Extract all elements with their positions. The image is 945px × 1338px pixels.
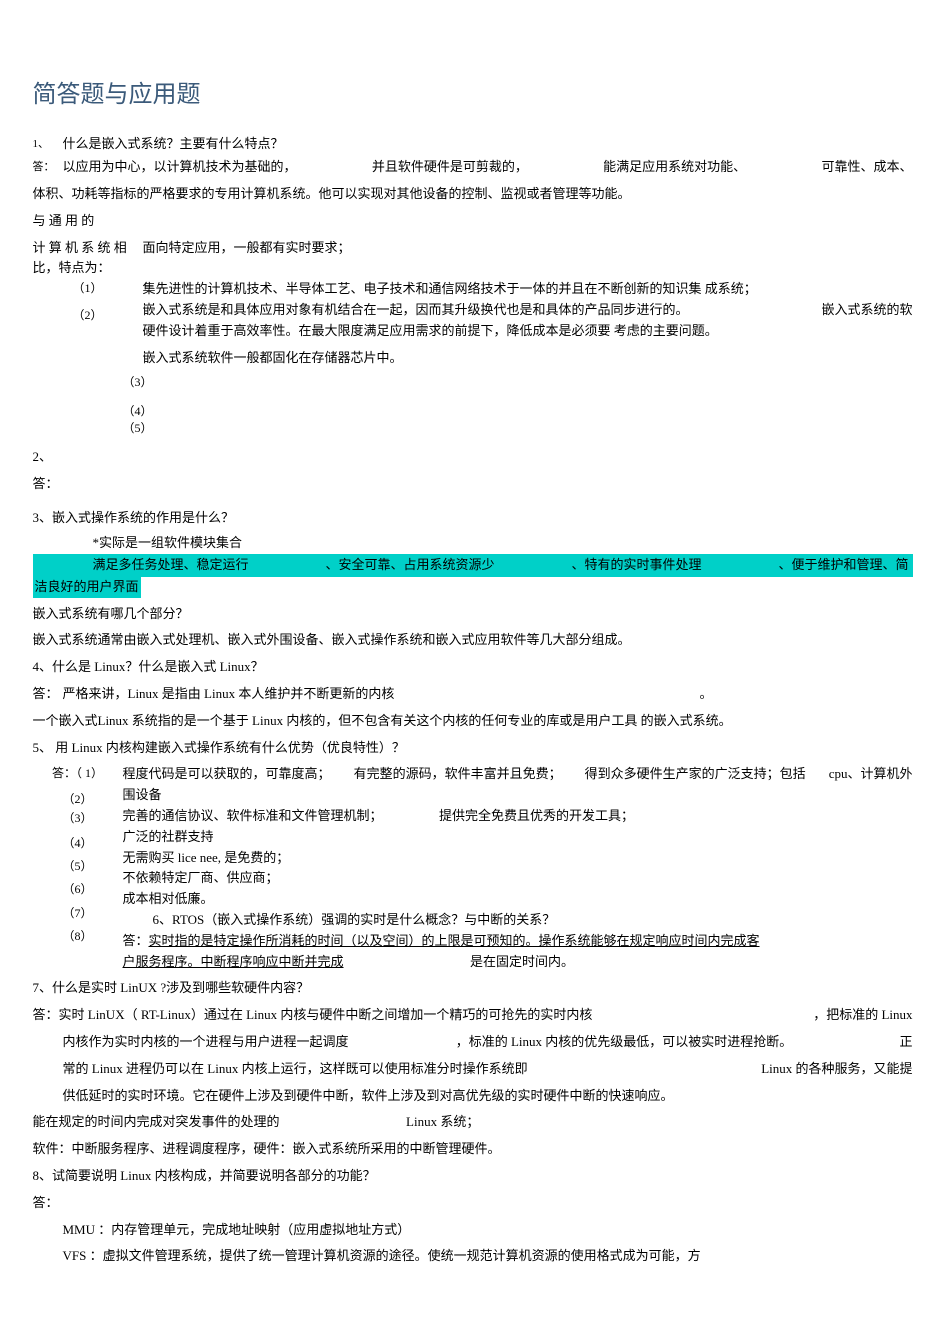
q5-i7: 6、RTOS（嵌入式操作系统）强调的实时是什么概念？与中断的关系？ [153,910,913,931]
q1-ans1b: 并且软件硬件是可剪裁的， [372,157,528,178]
q1-compare2b: 比，特点为： [33,258,143,279]
q8-mmu: MMU ：内存管理单元，完成地址映射（应用虚拟地址方式） [63,1220,913,1241]
q1-ans1d: 可靠性、成本、 [821,157,912,178]
q5-number: 5、 [33,740,53,755]
q4-ans1: 严格来讲，Linux 是指由 Linux 本人维护并不断更新的内核 [63,686,395,701]
q5-i2b: 提供完全免费且优秀的开发工具； [439,808,634,823]
q5-i2: 完善的通信协议、软件标准和文件管理机制； [123,808,383,823]
q3-title: 嵌入式操作系统的作用是什么？ [52,510,234,525]
q1-feat3: 硬件设计着重于高效率性。在最大限度满足应用需求的前提下，降低成本是必须要 考虑的… [143,321,913,342]
q3-subq: 嵌入式系统有哪几个部分？ [33,604,913,625]
q7-a3a: 常的 Linux 进程仍可以在 Linux 内核上运行，这样既可以使用标准分时操… [63,1059,528,1080]
q5-n8: （8） [33,927,123,946]
q1-compare: 与 通 用 的 [33,211,913,232]
q7-title: 什么是实时 LinUX ?涉及到哪些软硬件内容？ [52,980,309,995]
q1-number: 1、 [33,134,63,154]
q7-a5a: 能在规定的时间内完成对突发事件的处理的 [33,1114,280,1129]
q5-n7: （7） [33,904,123,923]
q3-suba: 嵌入式系统通常由嵌入式处理机、嵌入式外围设备、嵌入式操作系统和嵌入式应用软件等几… [33,630,913,651]
q1-answer-line1: 以应用为中心，以计算机技术为基础的， 并且软件硬件是可剪裁的， 能满足应用系统对… [63,157,913,178]
q5-i1d: cpu、计算机外 [829,764,913,785]
q1-question: 什么是嵌入式系统？主要有什么特点？ [63,134,913,155]
q5-i1e: 围设备 [123,785,913,806]
q5-i8d: 是在固定时间内。 [470,954,574,969]
q5-n5: （5） [33,857,123,876]
q1-feat2a: 嵌入式系统是和具体应用对象有机结合在一起，因而其升级换代也是和具体的产品同步进行… [143,300,689,321]
q3-hl1: 满足多任务处理、稳定运行 [93,555,249,576]
q1-feat4: 嵌入式系统软件一般都固化在存储器芯片中。 [143,348,913,369]
q1-feat2b: 嵌入式系统的软 [821,300,912,321]
q1-feat-head: 面向特定应用，一般都有实时要求； [143,238,913,259]
q1-ans1c: 能满足应用系统对功能、 [603,157,746,178]
q7-a5b: Linux 系统； [406,1114,479,1129]
q1-n1: （1） [33,279,143,298]
q7-a4: 供低延时的实时环境。它在硬件上涉及到硬件中断，软件上涉及到对高优先级的实时硬件中… [63,1086,913,1107]
q8-number: 8、 [33,1168,53,1183]
q4-number: 4、 [33,659,53,674]
q7-number: 7、 [33,980,53,995]
q5-n6: （6） [33,880,123,899]
q5-i4: 无需购买 lice nee, 是免费的； [123,848,913,869]
q5-i8a: 答： [123,933,149,948]
page-title: 简答题与应用题 [33,76,913,114]
q1-n3: （3） [123,374,913,391]
q3-hl4: 、便于维护和管理、简 [778,555,908,576]
q1-n2: （2） [33,306,143,325]
q5-title: 用 Linux 内核构建嵌入式操作系统有什么优势（优良特性）？ [55,740,405,755]
q4-title: 什么是 Linux？什么是嵌入式 Linux？ [52,659,264,674]
q7-a6: 软件：中断服务程序、进程调度程序，硬件：嵌入式系统所采用的中断管理硬件。 [33,1139,913,1160]
q5-i6: 成本相对低廉。 [123,889,913,910]
q3-hl2: 、安全可靠、占用系统资源少 [325,555,494,576]
q3-sub: *实际是一组软件模块集合 [93,533,913,554]
q5-i8c: 户服务程序。中断程序响应中断并完成 [123,954,344,969]
q1-compare2a: 计 算 机 系 统 相 [33,238,143,259]
q7-a2c: 正 [899,1032,912,1053]
q5-n3: （3） [33,809,123,828]
q8-vfs: VFS ：虚拟文件管理系统，提供了统一管理计算机资源的途径。使统一规范计算机资源… [63,1246,913,1267]
q3-hl5: 洁良好的用户界面 [33,577,141,598]
q1-feat1: 集先进性的计算机技术、半导体工艺、电子技术和通信网络技术于一体的并且在不断创新的… [143,279,913,300]
q5-i3: 广泛的社群支持 [123,827,913,848]
q7-a1b: ，把标准的 Linux [813,1005,912,1026]
q3-number: 3、 [33,510,53,525]
q4-ans2: 一个嵌入式Linux 系统指的是一个基于 Linux 内核的，但不包含有关这个内… [33,711,913,732]
q4-dot: 。 [699,684,712,705]
q1-n5: （5） [123,420,913,437]
q1-answer-line2: 体积、功耗等指标的严格要求的专用计算机系统。他可以实现对其他设备的控制、监视或者… [33,184,913,205]
q7-a2a: 内核作为实时内核的一个进程与用户进程一起调度 [63,1032,349,1053]
q7-a1a: 答：实时 LinUX（ RT-Linux）通过在 Linux 内核与硬件中断之间… [33,1005,593,1026]
q8-title: 试简要说明 Linux 内核构成，并简要说明各部分的功能？ [52,1168,376,1183]
q7-a2b: ，标准的 Linux 内核的优先级最低，可以被实时进程抢断。 [456,1032,793,1053]
q5-i1b: 有完整的源码，软件丰富并且免费； [354,764,562,785]
q3-hl3: 、特有的实时事件处理 [571,555,701,576]
q5-i8b: 实时指的是特定操作所消耗的时间（以及空间）的上限是可预知的。操作系统能够在规定响… [149,933,760,948]
q1-answer-label: 答： [33,157,63,177]
q5-i1a: 程度代码是可以获取的，可靠度高； [123,764,331,785]
q8-label: 答： [33,1193,913,1214]
q2-number: 2、 [33,447,913,468]
q5-i1c: 得到众多硬件生产家的广泛支持；包括 [585,764,806,785]
q5-n2: （2） [33,790,123,809]
q1-ans1a: 以应用为中心，以计算机技术为基础的， [63,157,297,178]
q5-pre: 答：（ 1） [33,764,123,783]
q7-a3b: Linux 的各种服务，又能提 [761,1059,912,1080]
q1-n4: （4） [123,403,913,420]
q5-i5: 不依赖特定厂商、供应商； [123,868,913,889]
q5-n4: （4） [33,834,123,853]
q2-answer-label: 答： [33,474,913,495]
